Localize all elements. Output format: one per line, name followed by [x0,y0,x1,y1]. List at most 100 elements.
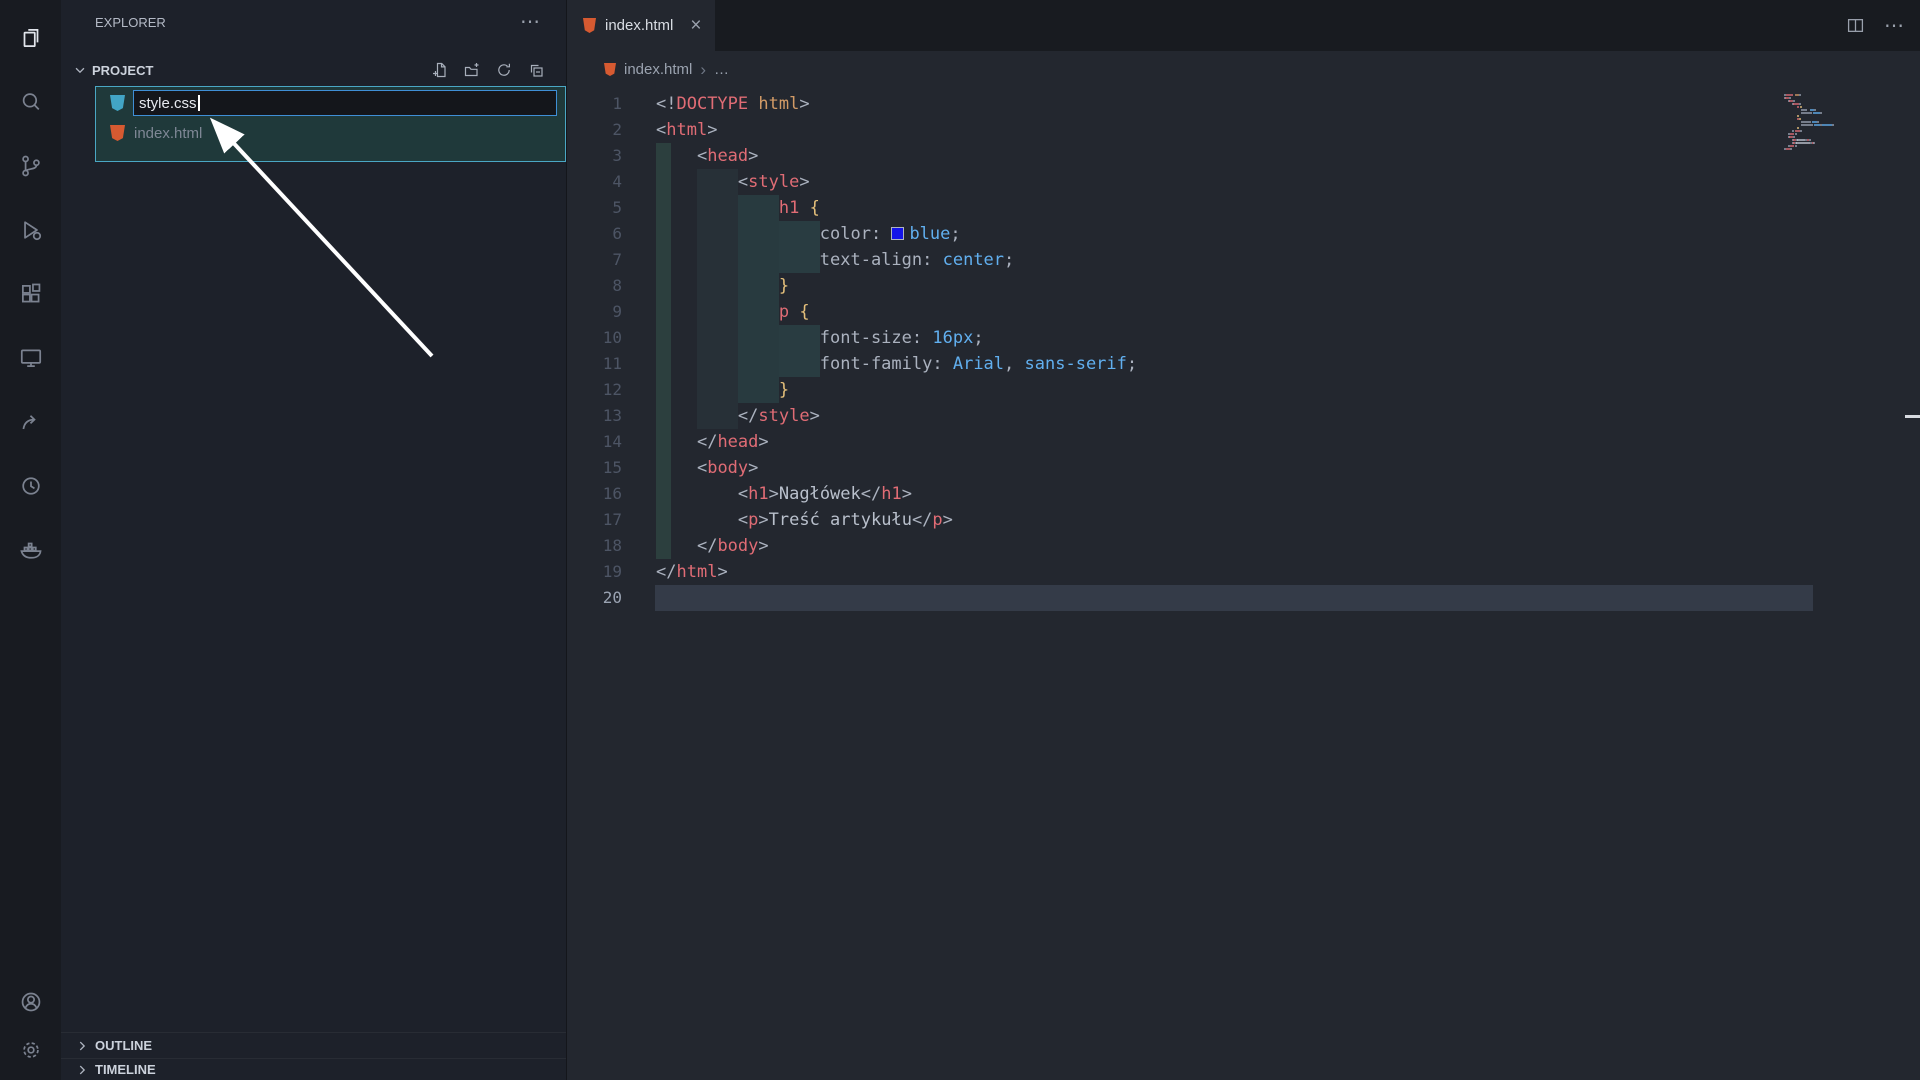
line-number[interactable]: 20 [567,585,622,611]
tab-index-html[interactable]: index.html × [567,0,715,51]
code-line[interactable]: </style> [656,403,1137,429]
line-number[interactable]: 19 [567,559,622,585]
line-number[interactable]: 15 [567,455,622,481]
code-line[interactable]: } [656,273,1137,299]
overview-ruler-marker [1905,415,1920,418]
code-line[interactable]: </body> [656,533,1137,559]
outline-section-header[interactable]: OUTLINE [61,1032,566,1058]
run-debug-icon[interactable] [0,198,61,262]
code-line[interactable]: } [656,377,1137,403]
minimap-line [1784,151,1904,154]
code-editor[interactable]: 1234567891011121314151617181920 <!DOCTYP… [567,88,1920,1080]
html-file-icon [110,125,125,141]
breadcrumb-collapsed[interactable]: … [714,61,729,78]
line-number[interactable]: 11 [567,351,622,377]
code-line[interactable]: color: blue; [656,221,1137,247]
refresh-icon[interactable] [496,62,512,78]
project-section-header[interactable]: PROJECT [61,56,566,84]
code-line[interactable]: <html> [656,117,1137,143]
line-number[interactable]: 5 [567,195,622,221]
chevron-right-icon [75,1063,89,1077]
settings-gear-icon[interactable] [0,1026,61,1074]
code-line[interactable]: font-family: Arial, sans-serif; [656,351,1137,377]
vscode-window: EXPLORER ⋯ PROJECT style.css [0,0,1920,1080]
line-number[interactable]: 17 [567,507,622,533]
rename-input-value: style.css [139,95,197,112]
extensions-icon[interactable] [0,262,61,326]
breadcrumb: index.html › … [567,51,1920,88]
activity-bar-bottom [0,978,61,1080]
code-line[interactable]: <style> [656,169,1137,195]
docker-icon[interactable] [0,518,61,582]
live-share-icon[interactable] [0,390,61,454]
chevron-down-icon [73,63,87,77]
editor-group: index.html × ⋯ index.html › … 1234567891… [567,0,1920,1080]
explorer-more-icon[interactable]: ⋯ [520,12,540,32]
line-number[interactable]: 13 [567,403,622,429]
color-swatch-blue[interactable] [891,227,904,240]
editor-more-icon[interactable]: ⋯ [1884,16,1904,36]
code-line[interactable] [656,585,1137,611]
line-number[interactable]: 6 [567,221,622,247]
explorer-toolbar [432,62,544,78]
code-line[interactable]: <p>Treść artykułu</p> [656,507,1137,533]
activity-bar-top [0,0,61,582]
line-number[interactable]: 7 [567,247,622,273]
new-folder-icon[interactable] [464,62,480,78]
css-file-icon [110,95,125,111]
tab-label: index.html [605,17,673,34]
chevron-right-icon [75,1039,89,1053]
rename-row: style.css [110,89,557,117]
code-line[interactable]: p { [656,299,1137,325]
code-line[interactable]: h1 { [656,195,1137,221]
code-line[interactable]: </html> [656,559,1137,585]
minimap[interactable] [1784,94,1904,154]
line-number[interactable]: 2 [567,117,622,143]
breadcrumb-file[interactable]: index.html [624,61,692,78]
html-file-icon [604,63,616,76]
tab-bar: index.html × ⋯ [567,0,1920,51]
editor-actions: ⋯ [1847,0,1904,51]
line-number[interactable]: 8 [567,273,622,299]
tab-close-icon[interactable]: × [690,16,701,35]
line-number[interactable]: 1 [567,91,622,117]
code-line[interactable]: text-align: center; [656,247,1137,273]
code-line[interactable]: <body> [656,455,1137,481]
sidebar-bottom-sections: OUTLINE TIMELINE [61,1032,566,1080]
code-line[interactable]: font-size: 16px; [656,325,1137,351]
line-number[interactable]: 3 [567,143,622,169]
line-number[interactable]: 10 [567,325,622,351]
file-row-index-html[interactable]: index.html [110,121,202,145]
split-editor-icon[interactable] [1847,17,1864,34]
line-number[interactable]: 16 [567,481,622,507]
project-section-label: PROJECT [92,63,153,78]
code-line[interactable]: <head> [656,143,1137,169]
line-number[interactable]: 14 [567,429,622,455]
explorer-title: EXPLORER [95,15,166,30]
remote-explorer-icon[interactable] [0,326,61,390]
rename-input[interactable]: style.css [133,90,557,116]
outline-label: OUTLINE [95,1038,152,1053]
code-line[interactable]: <h1>Nagłówek</h1> [656,481,1137,507]
file-label: index.html [134,125,202,142]
source-control-icon[interactable] [0,134,61,198]
text-caret [198,95,200,111]
explorer-header: EXPLORER ⋯ [61,0,566,44]
code-line[interactable]: </head> [656,429,1137,455]
search-icon[interactable] [0,70,61,134]
explorer-icon[interactable] [0,6,61,70]
line-number[interactable]: 4 [567,169,622,195]
line-number[interactable]: 18 [567,533,622,559]
timeline-section-header[interactable]: TIMELINE [61,1058,566,1080]
code-line[interactable]: <!DOCTYPE html> [656,91,1137,117]
line-number[interactable]: 12 [567,377,622,403]
html-file-icon [583,18,596,33]
new-file-icon[interactable] [432,62,448,78]
sidebar-explorer: EXPLORER ⋯ PROJECT style.css [61,0,567,1080]
line-number[interactable]: 9 [567,299,622,325]
account-icon[interactable] [0,978,61,1026]
activity-bar [0,0,61,1080]
collapse-all-icon[interactable] [528,62,544,78]
code-lines: <!DOCTYPE html><html> <head> <style> h1 … [656,91,1137,611]
history-icon[interactable] [0,454,61,518]
